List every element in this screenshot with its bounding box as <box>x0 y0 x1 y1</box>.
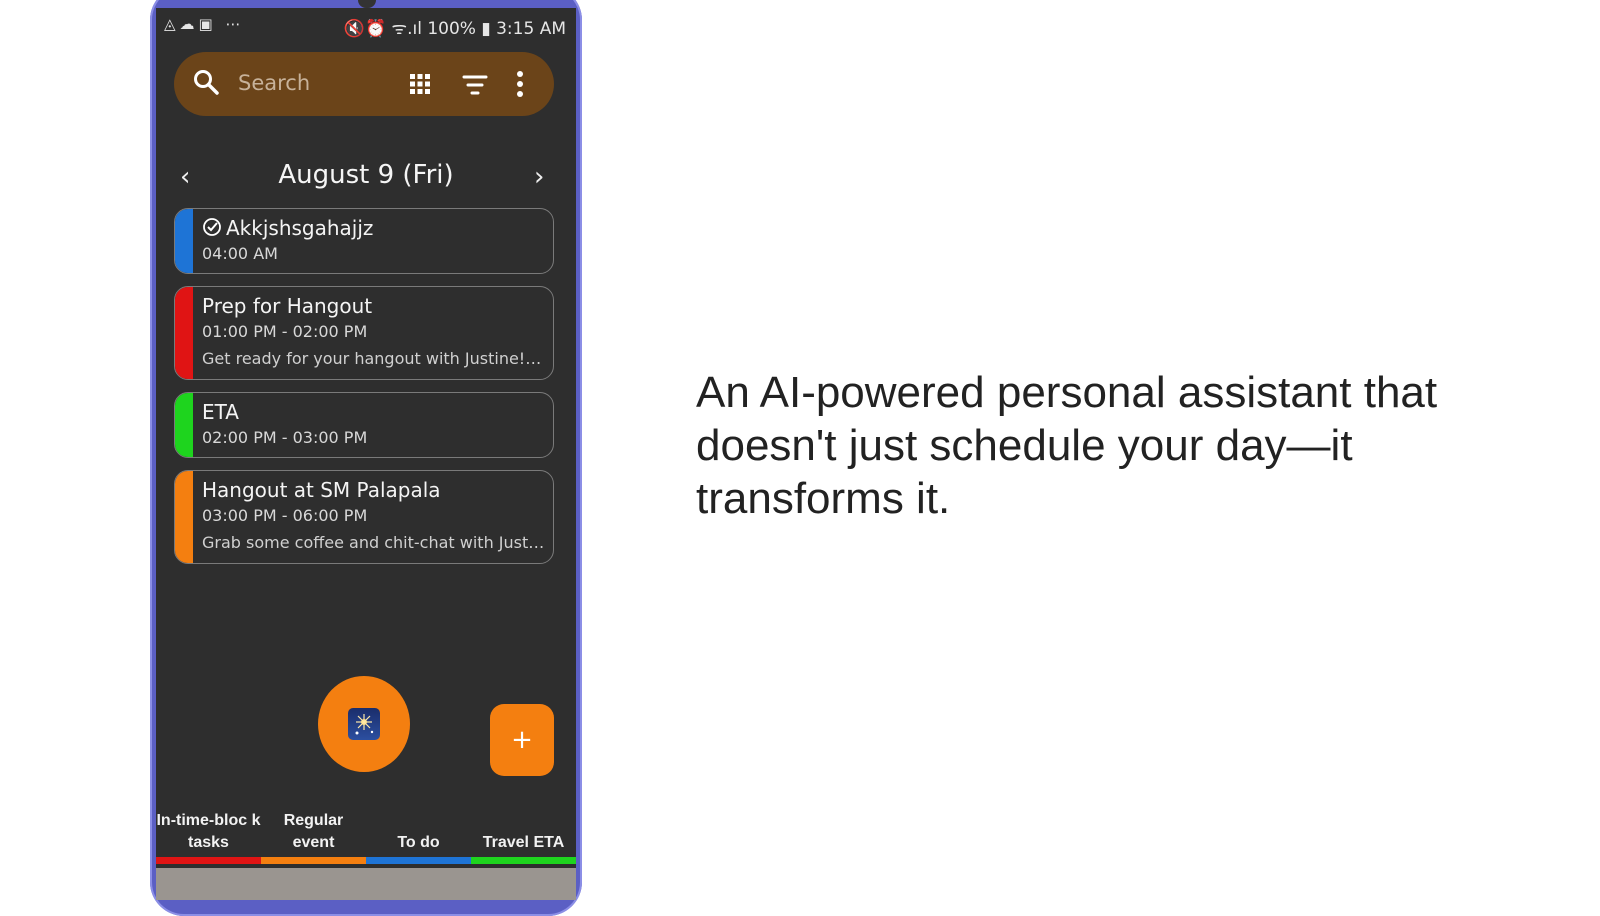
legend-color-bar <box>366 857 471 864</box>
legend-label: In-time-bloc k tasks <box>156 812 261 851</box>
filter-icon[interactable] <box>462 74 488 96</box>
check-circle-icon <box>203 218 221 236</box>
search-bar[interactable]: Search <box>174 52 554 116</box>
legend-label: Travel ETA <box>482 834 565 851</box>
next-day-button[interactable]: › <box>534 162 544 192</box>
event-description: Grab some coffee and chit-chat with Just… <box>202 533 545 552</box>
event-color-stripe <box>175 393 193 457</box>
search-input[interactable]: Search <box>238 71 310 95</box>
app-screen: ◬☁▣ ⋯ 🔇⏰ ᯤ.ıl 100% ▮ 3:15 AM Search ‹ Au… <box>156 8 576 868</box>
event-card[interactable]: Hangout at SM Palapala 03:00 PM - 06:00 … <box>174 470 554 564</box>
event-card[interactable]: Akkjshsgahajjz 04:00 AM <box>174 208 554 274</box>
event-color-stripe <box>175 209 193 273</box>
status-bar: ◬☁▣ ⋯ 🔇⏰ ᯤ.ıl 100% ▮ 3:15 AM <box>156 8 576 44</box>
event-color-stripe <box>175 471 193 563</box>
event-time: 04:00 AM <box>202 244 278 263</box>
legend-item-travel-eta[interactable]: Travel ETA <box>471 808 576 864</box>
legend-color-bar <box>261 857 366 864</box>
battery-icon: ▮ <box>481 19 491 39</box>
legend-label: To do <box>397 834 440 851</box>
date-navigator: ‹ August 9 (Fri) › <box>156 158 576 198</box>
event-title: ETA <box>202 400 239 424</box>
legend-item-time-block[interactable]: In-time-bloc k tasks <box>156 808 261 864</box>
legend-item-regular-event[interactable]: Regular event <box>261 808 366 864</box>
screen-bottom-edge <box>156 864 576 900</box>
event-time: 01:00 PM - 02:00 PM <box>202 322 368 341</box>
event-time: 02:00 PM - 03:00 PM <box>202 428 368 447</box>
search-icon[interactable] <box>192 68 220 96</box>
event-color-stripe <box>175 287 193 379</box>
legend-color-bar <box>156 857 261 864</box>
event-card[interactable]: ETA 02:00 PM - 03:00 PM <box>174 392 554 458</box>
legend-item-to-do[interactable]: To do <box>366 808 471 864</box>
status-left-icons: ◬☁▣ ⋯ <box>164 15 245 33</box>
event-title: Akkjshsgahajjz <box>226 216 374 240</box>
sparkle-icon <box>348 708 380 740</box>
event-card[interactable]: Prep for Hangout 01:00 PM - 02:00 PM Get… <box>174 286 554 380</box>
event-list: Akkjshsgahajjz 04:00 AM Prep for Hangout… <box>174 208 554 576</box>
event-title: Hangout at SM Palapala <box>202 478 441 502</box>
grid-view-icon[interactable] <box>408 72 432 96</box>
event-title: Prep for Hangout <box>202 294 373 318</box>
current-date: August 9 (Fri) <box>278 160 454 190</box>
clock: 3:15 AM <box>496 19 566 39</box>
event-description: Get ready for your hangout with Justine!… <box>202 349 545 368</box>
legend-label: Regular event <box>283 812 344 851</box>
status-right: 🔇⏰ ᯤ.ıl 100% ▮ 3:15 AM <box>344 16 566 39</box>
status-icons: 🔇⏰ ᯤ.ıl <box>343 19 422 39</box>
marketing-tagline: An AI-powered personal assistant that do… <box>696 368 1438 523</box>
add-event-button[interactable]: + <box>490 704 554 776</box>
ai-assistant-button[interactable] <box>318 676 410 772</box>
event-time: 03:00 PM - 06:00 PM <box>202 506 368 525</box>
category-legend: In-time-bloc k tasks Regular event To do… <box>156 808 576 864</box>
battery-level: 100% <box>427 19 476 39</box>
legend-color-bar <box>471 857 576 864</box>
more-vert-icon[interactable] <box>514 70 526 98</box>
